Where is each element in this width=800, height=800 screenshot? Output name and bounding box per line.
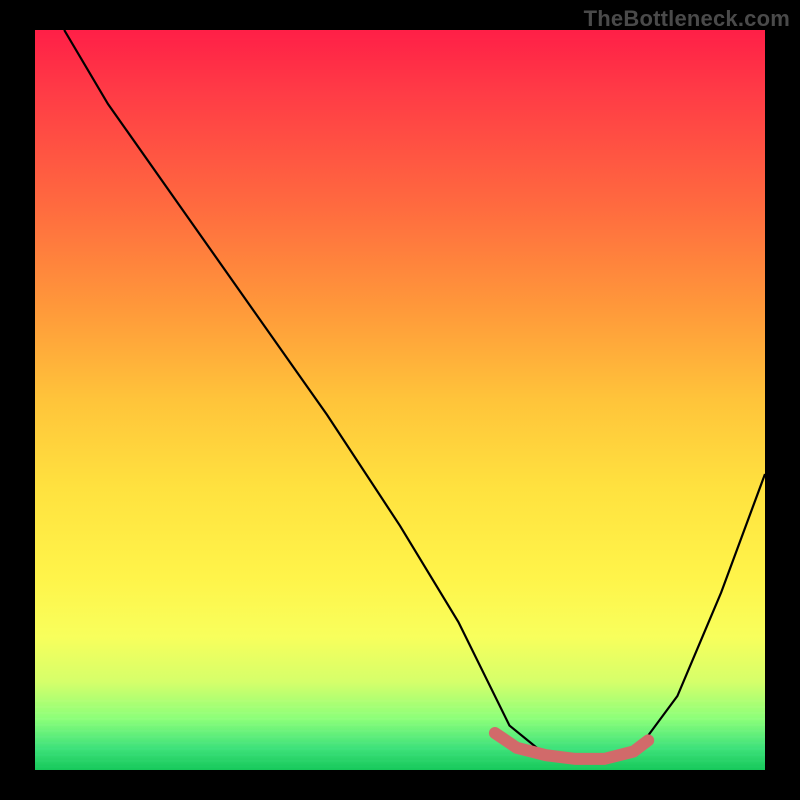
- watermark-text: TheBottleneck.com: [584, 6, 790, 32]
- highlight-band: [495, 733, 648, 759]
- plot-area: [35, 30, 765, 770]
- main-curve: [64, 30, 765, 763]
- curve-layer: [35, 30, 765, 770]
- chart-frame: TheBottleneck.com: [0, 0, 800, 800]
